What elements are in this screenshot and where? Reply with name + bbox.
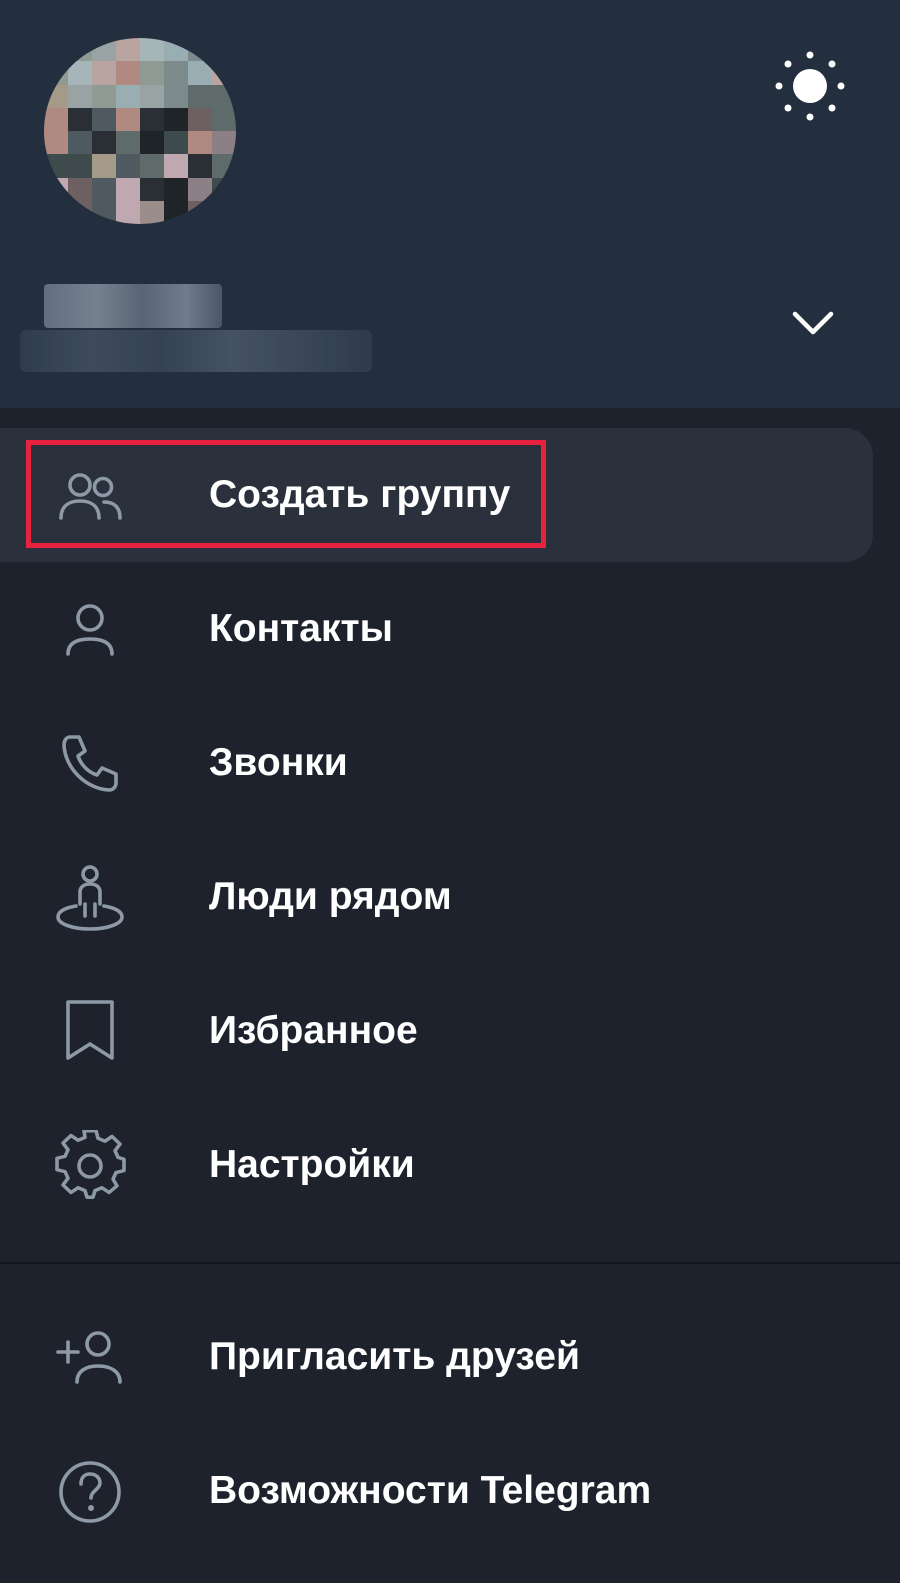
bookmark-icon [66, 1000, 114, 1060]
navigation-drawer: Создать группу Контакты Звонки Люди рядо… [0, 0, 900, 1583]
menu-item-favorites[interactable]: Избранное [0, 964, 900, 1098]
chevron-down-icon[interactable] [790, 305, 836, 341]
highlight-annotation [26, 440, 546, 548]
menu-item-calls[interactable]: Звонки [0, 696, 900, 830]
menu-item-label: Избранное [209, 1009, 418, 1052]
phone-icon [62, 735, 118, 792]
menu-item-telegram-features[interactable]: Возможности Telegram [0, 1424, 900, 1558]
menu-item-label: Люди рядом [209, 875, 452, 918]
menu-item-settings[interactable]: Настройки [0, 1098, 900, 1232]
account-name-redacted [44, 284, 222, 328]
menu-item-label: Настройки [209, 1143, 415, 1186]
menu-item-label: Контакты [209, 607, 393, 650]
menu-item-label: Возможности Telegram [209, 1469, 652, 1512]
menu-item-people-nearby[interactable]: Люди рядом [0, 830, 900, 964]
menu-item-contacts[interactable]: Контакты [0, 562, 900, 696]
menu-item-label: Звонки [209, 741, 348, 784]
add-user-icon [56, 1331, 122, 1384]
people-nearby-icon [56, 865, 124, 931]
sun-icon[interactable] [774, 50, 846, 122]
help-icon [59, 1461, 121, 1523]
menu-item-invite-friends[interactable]: Пригласить друзей [0, 1290, 900, 1424]
menu-item-label: Пригласить друзей [209, 1335, 580, 1378]
person-icon [66, 604, 114, 656]
gear-icon [55, 1130, 126, 1199]
account-phone-redacted [20, 330, 372, 372]
avatar[interactable] [44, 38, 236, 224]
drawer-header [0, 0, 900, 408]
menu-divider [0, 1262, 900, 1264]
